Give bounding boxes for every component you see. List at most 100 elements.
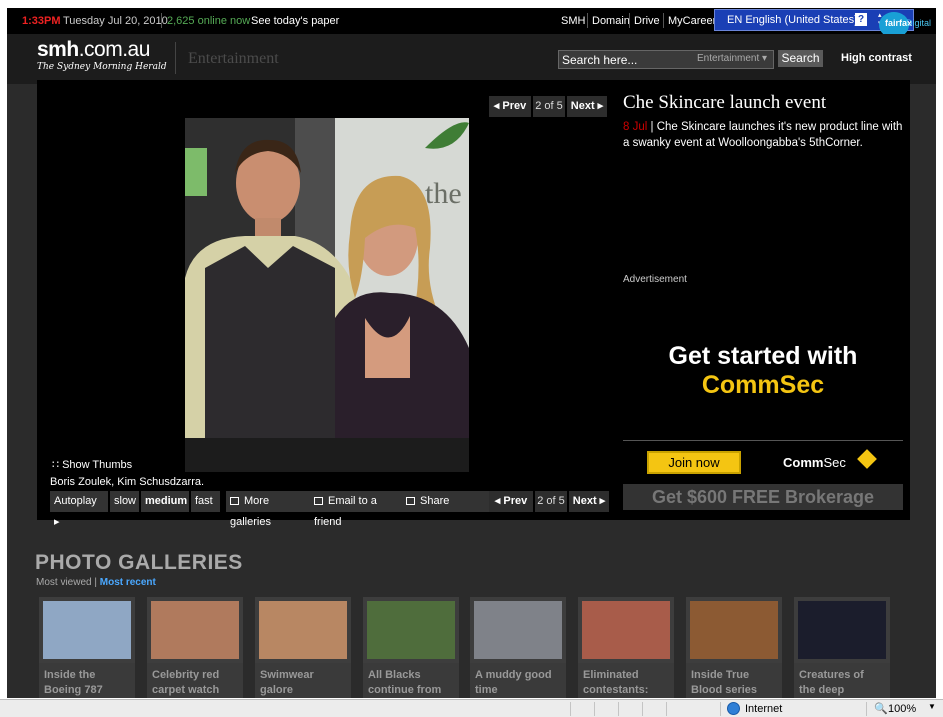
link-domain[interactable]: Domain bbox=[592, 15, 630, 27]
thumbnail-image[interactable] bbox=[151, 601, 239, 659]
commsec-advertisement[interactable]: Get started with CommSec Join now CommSe… bbox=[623, 300, 903, 518]
speed-fast-button[interactable]: fast bbox=[191, 491, 220, 512]
thumbnail-caption[interactable]: Creatures of the deep bbox=[794, 663, 890, 698]
show-thumbs-link[interactable]: ∷ Show Thumbs bbox=[52, 458, 132, 471]
thumbnail-caption-line: A muddy good bbox=[475, 669, 552, 681]
thumbnail-caption[interactable]: Eliminated contestants: bbox=[578, 663, 674, 698]
smh-logo[interactable]: smh.com.au bbox=[37, 38, 150, 62]
gallery-thumbnail[interactable]: Inside True Blood series bbox=[686, 597, 782, 698]
thumbnail-caption[interactable]: A muddy good time bbox=[470, 663, 566, 698]
article-date: 8 Jul bbox=[623, 121, 648, 133]
zoom-level[interactable]: 100% bbox=[888, 703, 916, 715]
thumbnail-image[interactable] bbox=[690, 601, 778, 659]
high-contrast-link[interactable]: High contrast bbox=[841, 52, 912, 64]
thumbnail-caption-line: the deep bbox=[799, 684, 845, 696]
thumbnail-caption-line: Celebrity red bbox=[152, 669, 220, 681]
todays-paper-link[interactable]: See today's paper bbox=[251, 15, 339, 27]
thumbnail-caption-line: Boeing 787 bbox=[44, 684, 103, 696]
logo-bold: smh bbox=[37, 38, 79, 61]
thumbnail-frame bbox=[470, 597, 566, 663]
article-description-text: Che Skincare launches it's new product l… bbox=[623, 121, 903, 149]
gallery-photo[interactable]: the bbox=[185, 118, 469, 472]
divider bbox=[666, 702, 667, 716]
thumbnail-caption[interactable]: Inside the Boeing 787 bbox=[39, 663, 135, 698]
digital-label: Digital bbox=[906, 18, 932, 28]
chevron-down-icon: ▾ bbox=[762, 53, 768, 64]
most-viewed-tab[interactable]: Most viewed bbox=[36, 577, 92, 588]
search-input[interactable] bbox=[559, 51, 689, 68]
prev-button[interactable]: ◂ Prev bbox=[489, 96, 531, 117]
thumbnail-caption[interactable]: Swimwear galore bbox=[255, 663, 351, 698]
ad-headline: Get started with bbox=[668, 342, 858, 370]
share-label: Share bbox=[420, 495, 450, 507]
most-recent-tab[interactable]: Most recent bbox=[100, 577, 156, 588]
gallery-thumbnail[interactable]: Eliminated contestants: bbox=[578, 597, 674, 698]
thumbnail-frame bbox=[363, 597, 459, 663]
join-now-button[interactable]: Join now bbox=[647, 451, 741, 474]
ad-brand-bold: Comm bbox=[783, 455, 824, 470]
divider bbox=[629, 13, 630, 28]
browser-page: 1:33PM Tuesday Jul 20, 2010 2,625 online… bbox=[0, 0, 943, 717]
search-button[interactable]: Search bbox=[778, 50, 823, 67]
zoom-icon[interactable]: 🔍 bbox=[874, 702, 888, 715]
prev-button-bottom[interactable]: ◂ Prev bbox=[489, 491, 533, 512]
gallery-thumbnail[interactable]: All Blacks continue from bbox=[363, 597, 459, 698]
divider bbox=[663, 13, 664, 28]
gallery-thumbnail[interactable]: Inside the Boeing 787 bbox=[39, 597, 135, 698]
gallery-thumbnail[interactable]: Swimwear galore bbox=[255, 597, 351, 698]
divider bbox=[618, 702, 619, 716]
help-icon[interactable]: ? bbox=[855, 13, 867, 26]
speed-slow-button[interactable]: slow bbox=[110, 491, 139, 512]
thumbnail-caption[interactable]: All Blacks continue from bbox=[363, 663, 459, 698]
thumbnail-image[interactable] bbox=[43, 601, 131, 659]
security-zone: Internet bbox=[745, 703, 783, 715]
thumbnail-caption-line: Inside True bbox=[691, 669, 750, 681]
svg-text:the: the bbox=[425, 177, 462, 210]
commsec-logo: CommSec bbox=[783, 455, 846, 470]
divider bbox=[570, 702, 571, 716]
search-scope-select[interactable]: Entertainment ▾ bbox=[697, 53, 767, 64]
chevron-down-icon[interactable]: ▼ bbox=[928, 702, 936, 711]
gallery-thumbnail[interactable]: Creatures of the deep bbox=[794, 597, 890, 698]
share-button[interactable]: Share bbox=[402, 491, 489, 512]
thumbnail-image[interactable] bbox=[474, 601, 562, 659]
autoplay-button[interactable]: Autoplay ▸ bbox=[50, 491, 108, 528]
ad-brand-rest: Sec bbox=[823, 455, 846, 470]
gallery-counter: 2 of 5 bbox=[533, 96, 565, 117]
speed-medium-button[interactable]: medium bbox=[141, 491, 189, 512]
current-date: Tuesday Jul 20, 2010 bbox=[63, 15, 168, 27]
article-title: Che Skincare launch event bbox=[623, 92, 827, 113]
show-thumbs-label: Show Thumbs bbox=[62, 459, 133, 471]
search-scope-label: Entertainment bbox=[697, 53, 760, 64]
more-galleries-button[interactable]: More galleries bbox=[226, 491, 310, 528]
thumbnail-image[interactable] bbox=[582, 601, 670, 659]
photo-caption: Boris Zoulek, Kim Schusdzarra. bbox=[50, 474, 470, 491]
thumbnail-image[interactable] bbox=[259, 601, 347, 659]
thumbnail-caption-line: time bbox=[475, 684, 498, 696]
online-count: 2,625 online now bbox=[167, 15, 251, 27]
divider bbox=[642, 702, 643, 716]
thumbnail-caption-line: Blood series bbox=[691, 684, 758, 696]
gallery-sort-tabs: Most viewed | Most recent bbox=[36, 577, 156, 588]
ad-headline-brand: CommSec bbox=[701, 371, 825, 399]
advertisement-label: Advertisement bbox=[623, 274, 687, 285]
ad-offer[interactable]: Get $600 FREE Brokerage bbox=[623, 484, 903, 510]
thumbnail-caption[interactable]: Celebrity red carpet watch bbox=[147, 663, 243, 698]
next-button[interactable]: Next ▸ bbox=[567, 96, 607, 117]
link-mycareer[interactable]: MyCareer bbox=[668, 15, 716, 27]
thumbnail-frame bbox=[255, 597, 351, 663]
link-smh[interactable]: SMH bbox=[561, 15, 585, 27]
thumbnail-image[interactable] bbox=[367, 601, 455, 659]
email-friend-button[interactable]: Email to a friend bbox=[310, 491, 402, 528]
grid-icon: ∷ bbox=[52, 459, 59, 471]
browser-status-bar: Internet 🔍 100% ▼ bbox=[0, 699, 943, 717]
gallery-thumbnail[interactable]: A muddy good time bbox=[470, 597, 566, 698]
thumbnail-caption-line: Eliminated bbox=[583, 669, 639, 681]
gallery-thumbnail[interactable]: Celebrity red carpet watch bbox=[147, 597, 243, 698]
email-icon bbox=[314, 497, 323, 505]
thumbnail-image[interactable] bbox=[798, 601, 886, 659]
divider bbox=[161, 13, 162, 28]
thumbnail-caption[interactable]: Inside True Blood series bbox=[686, 663, 782, 698]
link-drive[interactable]: Drive bbox=[634, 15, 660, 27]
next-button-bottom[interactable]: Next ▸ bbox=[569, 491, 609, 512]
